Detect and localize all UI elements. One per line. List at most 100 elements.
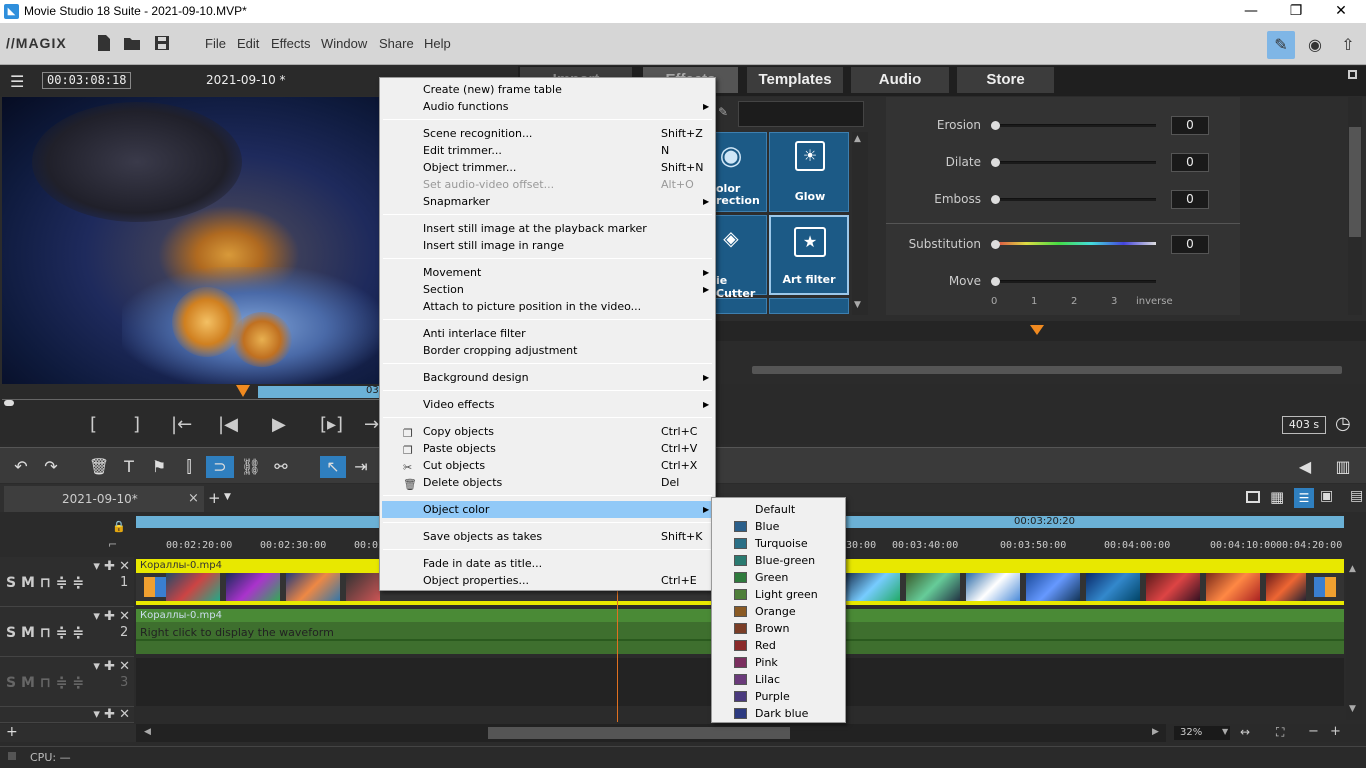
close-button[interactable]: ✕ [1318,0,1364,23]
color-option[interactable]: Red [714,637,843,654]
track-1-smc[interactable]: S M ⊓ ≑ ≑ [6,575,84,591]
zoom-dropdown-icon[interactable]: ▼ [1222,727,1228,736]
color-option[interactable]: Orange [714,603,843,620]
pin-icon[interactable]: ✎ [1267,31,1295,59]
mixer-icon[interactable]: ▥ [1332,456,1354,478]
delete-icon[interactable]: 🗑 [88,456,110,478]
color-option[interactable]: Turquoise [714,535,843,552]
split-icon[interactable]: ⫿ [178,456,200,478]
menu-effects[interactable]: Effects [271,36,311,51]
context-menu-item[interactable]: Audio functions ▶ [382,98,713,115]
glow-tile[interactable]: ☀ Glow [769,132,849,212]
context-menu-item[interactable]: Object properties... Ctrl+E [382,572,713,589]
scrubber-knob[interactable] [4,400,14,406]
context-menu-item[interactable]: ❐ Paste objects Ctrl+V [382,440,713,457]
link-icon[interactable]: ⛓ [240,456,262,478]
context-menu-item[interactable]: Snapmarker ▶ [382,193,713,210]
preview-scrubber[interactable]: 03: [2,384,382,406]
disc-icon[interactable]: ◉ [1301,31,1329,59]
view-grid-icon[interactable]: ▦ [1270,488,1284,506]
view-extra-icon[interactable]: ▤ [1350,488,1363,504]
add-project-icon[interactable]: + [208,489,221,507]
menu-share[interactable]: Share [379,36,414,51]
forward-icon[interactable]: → [364,414,379,435]
tab-audio[interactable]: Audio [851,67,949,93]
maximize-button[interactable]: ❐ [1273,0,1319,23]
context-menu-item[interactable]: Fade in date as title... [382,555,713,572]
context-menu-item[interactable]: Edit trimmer... N [382,142,713,159]
next-frame-icon[interactable]: [▸] [320,414,343,435]
context-menu-item[interactable]: Insert still image at the playback marke… [382,220,713,237]
zoom-out-icon[interactable]: − [1308,724,1319,739]
track-1-controls[interactable]: ▾ ✚ ✕ [93,559,130,574]
view-timeline-icon[interactable]: ☰ [1294,488,1314,508]
zoom-in-icon[interactable]: + [1330,724,1341,739]
lock-icon[interactable]: 🔒 [112,520,126,533]
zoom-fit-icon[interactable]: ↔ [1240,725,1250,739]
text-icon[interactable]: T [118,456,140,478]
duration-field[interactable]: 403 s [1282,416,1326,434]
color-option[interactable]: Light green [714,586,843,603]
timeline-hscroll[interactable]: ◀ ▶ [136,724,1166,742]
hamburger-menu-icon[interactable]: ☰ [10,72,24,91]
play-icon[interactable]: ▶ [272,414,286,435]
context-menu-item[interactable]: Object color ▶ [382,501,713,518]
context-menu-item[interactable]: Create (new) frame table [382,81,713,98]
playhead-marker-icon[interactable] [236,385,250,397]
color-option[interactable]: Default [714,501,843,518]
volume-icon[interactable]: ◀ [1294,456,1316,478]
effects-timeline-scroll[interactable] [752,366,1342,374]
pointer-icon[interactable]: ↖ [320,456,346,478]
track-head-3[interactable]: ▾ ✚ ✕ S M ⊓ ≑ ≑ 3 [0,657,134,707]
erosion-slider[interactable] [994,124,1156,127]
substitution-slider[interactable] [994,242,1156,245]
range-select-icon[interactable]: ⇥ [350,456,372,478]
tab-templates[interactable]: Templates [747,67,843,93]
minimize-button[interactable]: — [1228,0,1274,23]
movie-cutter-tile[interactable]: ◈ ie Cutter [715,215,767,300]
menu-file[interactable]: File [205,36,226,51]
color-correction-tile[interactable]: ◉ olor rection [715,132,767,212]
context-menu-item[interactable]: Background design ▶ [382,369,713,386]
maximize-panel-icon[interactable] [1348,70,1357,79]
marker-flag-icon[interactable]: ⚑ [148,456,170,478]
color-option[interactable]: Blue-green [714,552,843,569]
project-dropdown-icon[interactable]: ▼ [224,492,231,502]
context-menu-item[interactable]: Border cropping adjustment [382,342,713,359]
color-option[interactable]: Dark blue [714,705,843,722]
context-menu-item[interactable]: 🗑 Delete objects Del [382,474,713,491]
scroll-down-icon[interactable]: ▼ [854,300,861,310]
substitution-value[interactable]: 0 [1171,235,1209,254]
tab-store[interactable]: Store [957,67,1054,93]
track-3-smc[interactable]: S M ⊓ ≑ ≑ [6,675,84,691]
color-option[interactable]: Green [714,569,843,586]
context-menu-item[interactable]: ✂ Cut objects Ctrl+X [382,457,713,474]
context-menu-item[interactable]: Section ▶ [382,281,713,298]
art-filter-tile[interactable]: ★ Art filter [769,215,849,295]
dilate-slider[interactable] [994,161,1156,164]
timeline-scroll-down-icon[interactable]: ▼ [1349,704,1356,714]
track-3-controls[interactable]: ▾ ✚ ✕ [93,659,130,674]
previous-marker-icon[interactable]: |◀ [218,414,238,435]
color-option[interactable]: Brown [714,620,843,637]
substitution-knob[interactable] [991,240,1000,249]
color-option[interactable]: Pink [714,654,843,671]
context-menu-item[interactable]: Movement ▶ [382,264,713,281]
track-head-1[interactable]: ▾ ✚ ✕ S M ⊓ ≑ ≑ 1 [0,557,134,607]
view-storyboard-icon[interactable]: ▣ [1320,488,1333,504]
emboss-slider[interactable] [994,198,1156,201]
context-menu-item[interactable]: ❐ Copy objects Ctrl+C [382,423,713,440]
color-option[interactable]: Blue [714,518,843,535]
redo-icon[interactable]: ↷ [40,456,62,478]
undo-icon[interactable]: ↶ [10,456,32,478]
settings-scrollbar[interactable] [1348,97,1362,315]
erosion-value[interactable]: 0 [1171,116,1209,135]
effects-search-input[interactable] [738,101,864,127]
track-4-controls[interactable]: ▾ ✚ ✕ [93,707,130,722]
snap-icon[interactable]: ⌐ [108,538,117,551]
move-knob[interactable] [991,277,1000,286]
color-option[interactable]: Purple [714,688,843,705]
context-menu-item[interactable]: Attach to picture position in the video.… [382,298,713,315]
hscroll-right-icon[interactable]: ▶ [1152,727,1159,737]
emboss-knob[interactable] [991,195,1000,204]
